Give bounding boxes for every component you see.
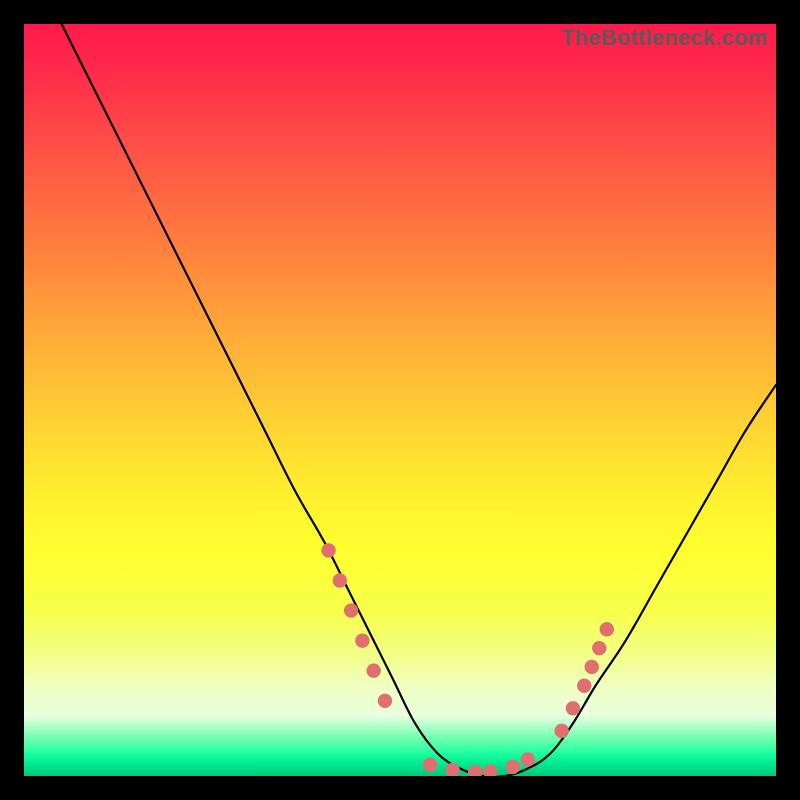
- data-marker: [355, 633, 369, 647]
- data-marker: [378, 694, 392, 708]
- data-marker: [600, 622, 614, 636]
- curve-svg: [24, 24, 776, 776]
- data-marker: [344, 603, 358, 617]
- data-marker: [483, 764, 497, 776]
- data-marker: [423, 758, 437, 772]
- plot-area: TheBottleneck.com: [24, 24, 776, 776]
- watermark-text: TheBottleneck.com: [562, 25, 768, 51]
- data-marker: [468, 765, 482, 776]
- data-marker: [566, 701, 580, 715]
- data-marker: [366, 664, 380, 678]
- data-marker: [521, 752, 535, 766]
- data-marker: [592, 641, 606, 655]
- data-marker: [554, 724, 568, 738]
- bottleneck-curve-path: [62, 24, 776, 776]
- data-marker: [333, 573, 347, 587]
- data-marker: [506, 760, 520, 774]
- data-marker: [321, 543, 335, 557]
- data-marker: [445, 763, 459, 776]
- data-marker: [585, 660, 599, 674]
- chart-frame: TheBottleneck.com: [0, 0, 800, 800]
- data-marker: [577, 679, 591, 693]
